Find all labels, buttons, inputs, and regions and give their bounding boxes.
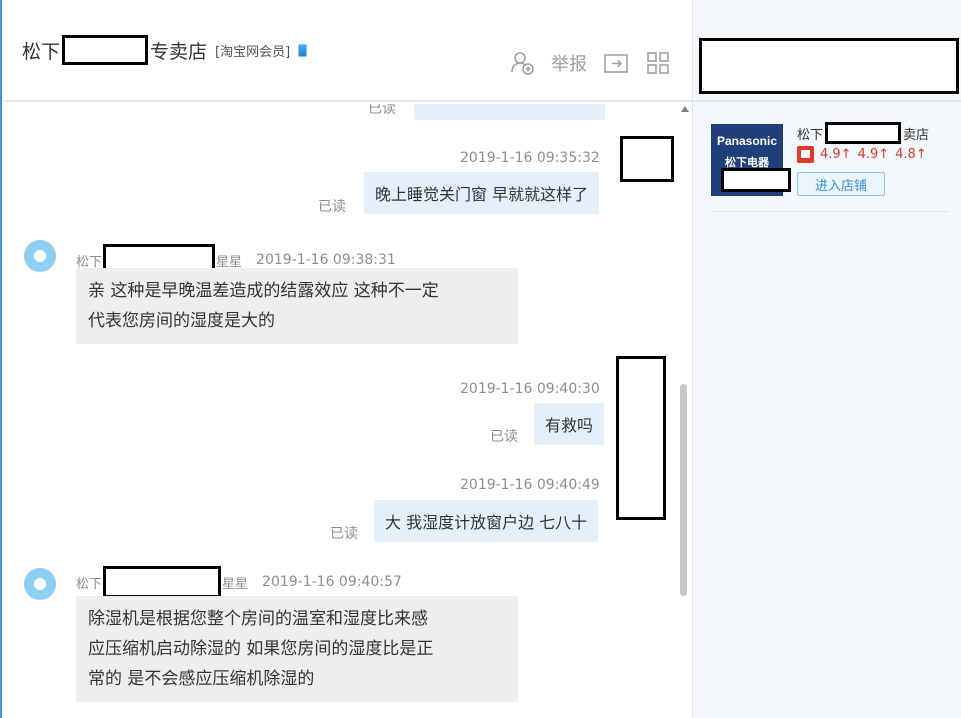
- message-line: 常的 是不会感应压缩机除湿的: [88, 669, 315, 689]
- member-tag: [淘宝网会员]: [215, 44, 291, 60]
- sender-suffix: 星星: [222, 576, 249, 592]
- read-status: 已读: [318, 199, 346, 215]
- scroll-thumb[interactable]: [680, 384, 687, 596]
- message-time: 2019-1-16 09:40:30: [460, 381, 600, 397]
- message-bubble-outgoing: [414, 104, 605, 120]
- chat-window: 反馈 松下 专卖店 [淘宝网会员]: [0, 0, 961, 718]
- shop-name-suffix: 卖店: [903, 127, 930, 143]
- report-button[interactable]: 举报: [551, 50, 587, 76]
- message-line: 亲 这种是早晚温差造成的结露效应 这种不一定: [88, 281, 439, 301]
- redaction-box: [616, 356, 666, 520]
- shop-card-name[interactable]: 松下 卖店: [797, 122, 929, 144]
- message-line: 代表您房间的湿度是大的: [88, 311, 275, 331]
- shop-title-suffix: 专卖店: [150, 40, 208, 63]
- enter-shop-button[interactable]: 进入店铺: [797, 172, 885, 196]
- folder-arrow-icon: [604, 54, 628, 73]
- apps-button[interactable]: [645, 50, 671, 76]
- message-bubble-outgoing: 大 我湿度计放窗户边 七八十: [374, 500, 599, 542]
- message-time: 2019-1-16 09:38:31: [256, 252, 396, 268]
- add-contact-button[interactable]: [509, 50, 535, 76]
- message-line: 应压缩机启动除湿的 如果您房间的湿度比是正: [88, 639, 434, 659]
- transfer-button[interactable]: [603, 50, 629, 76]
- header-toolbar: 举报: [509, 50, 671, 76]
- read-status: 已读: [368, 104, 396, 117]
- message-scrollbar[interactable]: [678, 104, 690, 718]
- message-bubble-outgoing: 晚上睡觉关门窗 早就就这样了: [364, 172, 600, 214]
- rating-logistics: 4.8↑: [895, 147, 927, 162]
- message-bubble-incoming: 除湿机是根据您整个房间的温室和湿度比来感 应压缩机启动除湿的 如果您房间的湿度比…: [76, 596, 518, 702]
- shop-title-prefix: 松下: [22, 40, 61, 63]
- rating-description: 4.9↑: [820, 147, 852, 162]
- message-time: 2019-1-16 09:40:49: [460, 477, 600, 493]
- logo-brand-text: Panasonic: [716, 134, 778, 148]
- message-time: 2019-1-16 09:35:32: [460, 150, 600, 166]
- add-contact-icon: [511, 52, 534, 75]
- shop-badge-icon: [797, 146, 814, 163]
- shop-card: Panasonic 松下电器 松下 卖店 4.9↑ 4.9↑ 4.8↑ 进入店铺: [711, 122, 949, 212]
- sender-suffix: 星星: [216, 254, 243, 270]
- message-time: 2019-1-16 09:40:57: [262, 574, 402, 590]
- message-line: 除湿机是根据您整个房间的温室和湿度比来感: [88, 609, 428, 629]
- shop-info-panel: Panasonic 松下电器 松下 卖店 4.9↑ 4.9↑ 4.8↑ 进入店铺: [692, 0, 961, 718]
- avatar[interactable]: [24, 240, 56, 272]
- sender-line: 松下 星星 2019-1-16 09:40:57: [76, 566, 402, 598]
- read-status: 已读: [490, 429, 518, 445]
- shop-title[interactable]: 松下 专卖店 [淘宝网会员]: [22, 35, 308, 65]
- avatar[interactable]: [24, 568, 56, 600]
- redaction-box: [62, 35, 149, 65]
- sender-prefix: 松下: [76, 254, 103, 270]
- redaction-box: [721, 168, 791, 192]
- shop-name-prefix: 松下: [797, 127, 824, 143]
- sender-prefix: 松下: [76, 576, 103, 592]
- scroll-up-icon[interactable]: [681, 106, 689, 112]
- redaction-box: [103, 566, 222, 598]
- message-bubble-incoming: 亲 这种是早晚温差造成的结露效应 这种不一定 代表您房间的湿度是大的: [76, 268, 518, 344]
- rating-service: 4.9↑: [857, 147, 890, 162]
- message-bubble-outgoing: 有救吗: [534, 403, 605, 445]
- chat-header: 松下 专卖店 [淘宝网会员] 举报: [4, 0, 692, 102]
- redaction-box: [620, 136, 674, 182]
- shop-ratings: 4.9↑ 4.9↑ 4.8↑: [797, 146, 927, 163]
- redaction-box: [825, 122, 902, 144]
- grid-icon: [647, 52, 669, 74]
- mobile-icon: [298, 43, 308, 57]
- message-list[interactable]: 已读 2019-1-16 09:35:32 已读 晚上睡觉关门窗 早就就这样了 …: [4, 104, 678, 718]
- read-status: 已读: [330, 526, 358, 542]
- redaction-box: [699, 38, 959, 94]
- divider: [693, 100, 961, 102]
